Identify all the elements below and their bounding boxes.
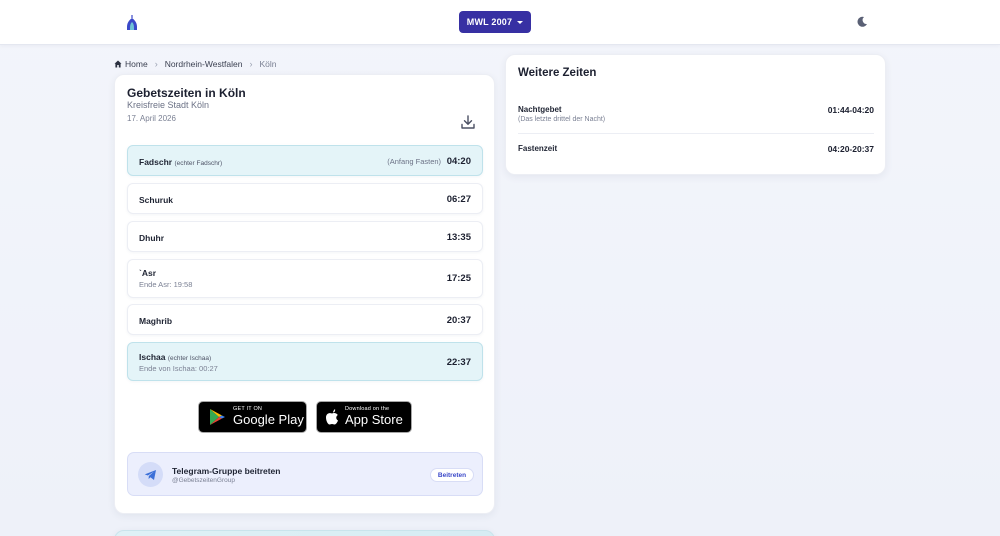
app-store-big-text: App Store	[345, 411, 403, 427]
breadcrumb-separator: ›	[154, 59, 158, 69]
next-section-card	[114, 530, 495, 536]
moon-icon[interactable]	[856, 16, 868, 28]
prayer-note: (echter Fadschr)	[174, 160, 223, 167]
further-time-row-fastenzeit: Fastenzeit 04:20-20:37	[518, 144, 874, 158]
caret-down-icon	[517, 20, 524, 24]
further-times-card: Weitere Zeiten Nachtgebet (Das letzte dr…	[505, 54, 886, 175]
prayer-extra: Ende von Ischaa: 00:27	[139, 364, 218, 373]
telegram-title: Telegram-Gruppe beitreten	[172, 466, 281, 476]
prayer-time: 20:37	[446, 315, 471, 326]
further-time-value: 04:20-20:37	[827, 144, 874, 154]
breadcrumb-state[interactable]: Nordrhein-Westfalen	[165, 59, 243, 69]
google-play-badge[interactable]: GET IT ON Google Play	[198, 401, 307, 433]
prayer-time: 17:25	[446, 273, 471, 284]
further-times-title: Weitere Zeiten	[518, 67, 597, 79]
further-time-desc: (Das letzte drittel der Nacht)	[518, 116, 606, 123]
prayer-name: Ischaa	[139, 352, 166, 362]
breadcrumb-home[interactable]: Home	[114, 59, 148, 69]
date-label: 17. April 2026	[127, 114, 176, 123]
divider	[518, 133, 874, 134]
top-navigation-bar: MWL 2007	[0, 0, 1000, 45]
prayer-row-fadschr: Fadschr (echter Fadschr) (Anfang Fasten)…	[127, 145, 483, 176]
method-label: MWL 2007	[466, 17, 513, 27]
prayer-row-schuruk: Schuruk 06:27	[127, 183, 483, 214]
breadcrumb: Home › Nordrhein-Westfalen › Köln	[114, 58, 277, 70]
page-title: Gebetszeiten in Köln	[127, 86, 246, 100]
prayer-extra: Ende Asr: 19:58	[139, 280, 193, 289]
prayer-row-ischaa: Ischaa (echter Ischaa) Ende von Ischaa: …	[127, 342, 483, 381]
calculation-method-dropdown[interactable]: MWL 2007	[459, 11, 531, 33]
prayer-time: 06:27	[446, 194, 471, 205]
telegram-handle: @GebetszeitenGroup	[172, 477, 235, 484]
prayer-row-maghrib: Maghrib 20:37	[127, 304, 483, 335]
prayer-name: Maghrib	[139, 316, 173, 326]
breadcrumb-separator: ›	[249, 59, 253, 69]
city-subtitle: Kreisfreie Stadt Köln	[127, 100, 210, 110]
further-time-row-nachtgebet: Nachtgebet (Das letzte drittel der Nacht…	[518, 105, 874, 127]
prayer-time: 13:35	[446, 232, 471, 243]
prayer-times-card: Gebetszeiten in Köln Kreisfreie Stadt Kö…	[114, 74, 495, 514]
apple-icon	[326, 409, 338, 425]
prayer-name: Schuruk	[139, 195, 174, 205]
mosque-logo-icon[interactable]	[124, 14, 140, 32]
further-time-name: Fastenzeit	[518, 144, 558, 153]
prayer-row-asr: `Asr Ende Asr: 19:58 17:25	[127, 259, 483, 298]
app-store-badge[interactable]: Download on the App Store	[316, 401, 412, 433]
breadcrumb-city: Köln	[259, 59, 277, 69]
further-time-value: 01:44-04:20	[827, 105, 874, 115]
download-icon[interactable]	[460, 114, 476, 130]
join-telegram-button[interactable]: Beitreten	[430, 468, 474, 482]
home-icon	[114, 60, 122, 68]
further-time-name: Nachtgebet	[518, 105, 562, 114]
telegram-icon	[138, 462, 163, 487]
prayer-prefix: (Anfang Fasten)	[387, 157, 442, 166]
telegram-banner: Telegram-Gruppe beitreten @GebetszeitenG…	[127, 452, 483, 496]
prayer-row-dhuhr: Dhuhr 13:35	[127, 221, 483, 252]
prayer-time: 22:37	[446, 357, 471, 368]
prayer-name: `Asr	[139, 268, 157, 278]
prayer-note: (echter Ischaa)	[167, 355, 212, 362]
prayer-name: Dhuhr	[139, 233, 165, 243]
google-play-big-text: Google Play	[233, 411, 304, 427]
prayer-name: Fadschr	[139, 157, 173, 167]
google-play-icon	[210, 409, 225, 425]
prayer-time: 04:20	[446, 156, 471, 167]
